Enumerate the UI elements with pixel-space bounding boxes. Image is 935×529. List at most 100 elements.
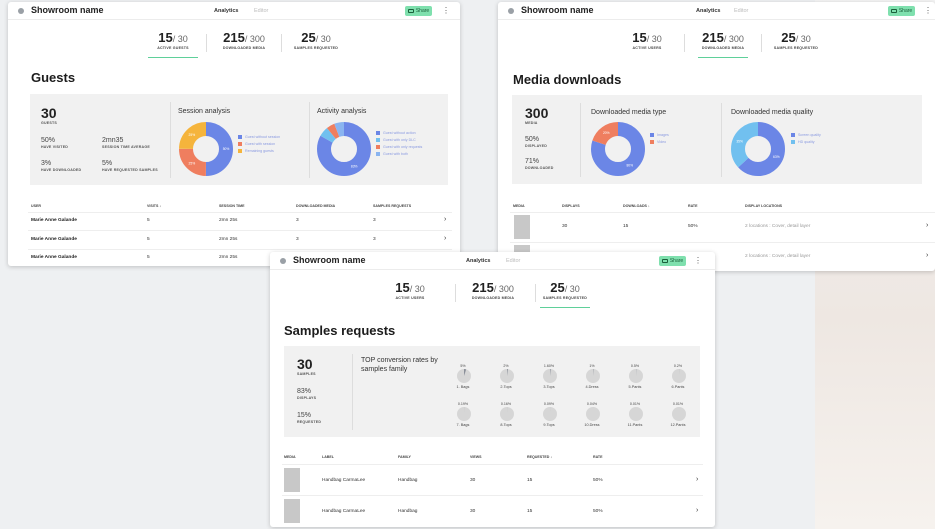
legend-swatch [650,140,654,144]
column-header-family[interactable]: FAMILY [398,455,411,459]
stat-value: 215/ 300 [702,30,744,45]
column-header-rate[interactable]: RATE [593,455,603,459]
tab-analytics[interactable]: Analytics [466,258,490,264]
downloaded-label: DOWNLOADED [525,166,554,170]
conversion-rate: 0.04% [586,402,598,406]
legend-swatch [238,149,242,153]
legend-item: Guest with only DLC [376,138,416,142]
divider [309,102,310,178]
conversion-rate: 0.09% [543,402,555,406]
samples-analytics-window: Showroom name Analytics Editor Share ⋮ 1… [270,252,715,527]
cell-downloaded-media: 3 [296,237,299,242]
chevron-right-icon[interactable]: › [444,235,446,242]
cell-displays: 30 [562,224,568,229]
stat-downloaded-media[interactable]: 215/ 300 DOWNLOADED MEDIA [688,30,758,58]
column-header-media[interactable]: MEDIA [513,204,525,208]
cell-family: Handbag [398,509,418,514]
top-bar: Showroom name Analytics Editor Share ⋮ [270,252,715,270]
column-header-displays[interactable]: DISPLAYS [562,204,580,208]
stat-downloaded-media[interactable]: 215/ 300 DOWNLOADED MEDIA [458,280,528,300]
stats-bar: 15/ 30 ACTIVE USERS 215/ 300 DOWNLOADED … [270,280,715,310]
stat-active-users[interactable]: 15/ 30 ACTIVE USERS [375,280,445,300]
column-header-requested[interactable]: REQUESTED ↓ [527,455,552,459]
cell-downloads: 15 [623,224,629,229]
donut-slice-label: 25% [189,161,196,165]
tab-editor[interactable]: Editor [506,258,520,264]
more-vertical-icon[interactable]: ⋮ [924,7,932,15]
stat-value: 25/ 30 [550,280,580,295]
stat-samples-requested[interactable]: 25/ 30 SAMPLES REQUESTED [281,30,351,50]
displays-value: 83% [297,388,312,395]
stat-label: SAMPLES REQUESTED [773,46,819,50]
donut-slice-label: 63% [773,155,780,159]
displayed-value: 50% [525,136,540,143]
legend-swatch [376,152,380,156]
stat-value: 215/ 300 [223,30,265,45]
column-header-session-time[interactable]: SESSION TIME [219,204,245,208]
column-header-label[interactable]: LABEL [322,455,334,459]
requested-value: 15% [297,412,312,419]
column-header-samples-requests[interactable]: SAMPLES REQUESTS [373,204,411,208]
donut-slice-label: 83% [351,164,358,168]
share-button[interactable]: Share [659,256,686,266]
guests-count: 30 [41,105,57,121]
tab-analytics[interactable]: Analytics [696,8,720,14]
stat-active-users[interactable]: 15/ 30 ACTIVE USERS [612,30,682,50]
dot-icon [280,258,286,264]
chevron-right-icon[interactable]: › [696,507,698,514]
media-quality-heading: Downloaded media quality [731,109,814,116]
more-vertical-icon[interactable]: ⋮ [442,7,450,15]
column-header-downloads[interactable]: DOWNLOADS ↓ [623,204,650,208]
row-divider [510,242,935,243]
samples-count: 30 [297,356,313,372]
column-header-downloaded-media[interactable]: DOWNLOADED MEDIA [296,204,335,208]
sample-thumbnail [284,468,300,492]
stat-samples-requested[interactable]: 25/ 30 SAMPLES REQUESTED [530,280,600,308]
column-header-rate[interactable]: RATE [688,204,698,208]
column-header-display-locations[interactable]: DISPLAY LOCATIONS [745,204,782,208]
share-button[interactable]: Share [888,6,915,16]
cell-session-time: 2mn 25s [219,218,238,223]
conversion-family-label: 6.Pants [671,385,685,389]
sample-thumbnail [284,499,300,523]
conversion-rate: 0.5% [630,364,640,368]
conversion-rate: 0.19% [457,402,469,406]
chevron-right-icon[interactable]: › [926,222,928,229]
stats-bar: 15/ 30 ACTIVE GUESTS 215/ 300 DOWNLOADED… [8,30,460,60]
column-header-media[interactable]: MEDIA [284,455,296,459]
chevron-right-icon[interactable]: › [696,476,698,483]
stat-samples-requested[interactable]: 25/ 30 SAMPLES REQUESTED [761,30,831,50]
stat-label: ACTIVE GUESTS [157,46,189,50]
stat-downloaded-media[interactable]: 215/ 300 DOWNLOADED MEDIA [209,30,279,50]
stat-active-guests[interactable]: 15/ 30 ACTIVE GUESTS [138,30,208,58]
column-header-user[interactable]: USER [31,204,41,208]
tab-analytics[interactable]: Analytics [214,8,238,14]
divider [206,34,207,52]
conversion-mini-pie [457,407,471,421]
chevron-right-icon[interactable]: › [926,252,928,259]
cell-visits: 5 [147,218,150,223]
legend-item: HD quality [791,140,815,144]
more-vertical-icon[interactable]: ⋮ [694,257,702,265]
media-summary-panel: 300 MEDIA 50% DISPLAYED 71% DOWNLOADED D… [512,95,922,184]
conversion-rate: 0.16% [500,402,512,406]
tab-editor[interactable]: Editor [254,8,268,14]
cell-samples-requests: 3 [373,218,376,223]
media-thumbnail [514,215,530,239]
stat-label: SAMPLES REQUESTED [542,296,588,300]
chevron-right-icon[interactable]: › [444,216,446,223]
conversion-mini-pie [672,369,686,383]
guests-analytics-window: Showroom name Analytics Editor Share ⋮ 1… [8,2,460,266]
conversion-family-label: 10.Dress [584,423,600,427]
session-value: 2mn35 [102,137,124,144]
column-header-views[interactable]: VIEWS [470,455,482,459]
media-count: 300 [525,105,549,121]
share-button[interactable]: Share [405,6,432,16]
stat-value: 25/ 30 [781,30,811,45]
legend-item: Images [650,133,669,137]
cell-rate: 50% [593,478,603,483]
conversion-rate: 1.60% [543,364,555,368]
tab-editor[interactable]: Editor [734,8,748,14]
media-analytics-window: Showroom name Analytics Editor Share ⋮ 1… [498,2,935,271]
column-header-visits[interactable]: VISITS ↓ [147,204,161,208]
